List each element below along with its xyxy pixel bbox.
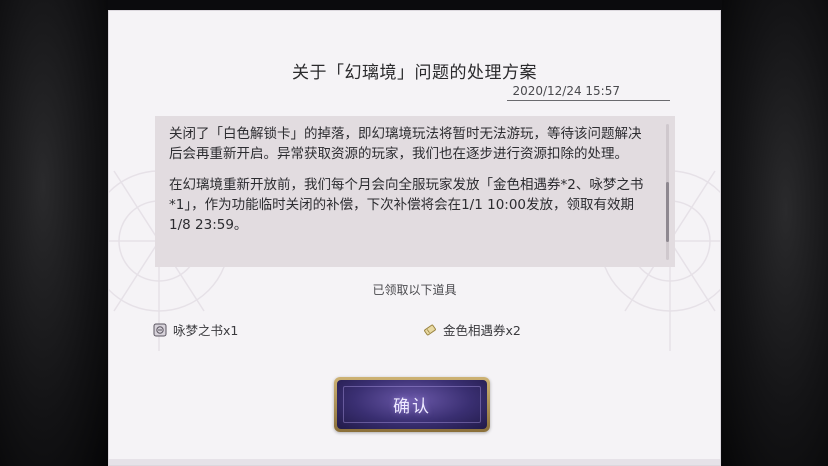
scrollbar-thumb[interactable] — [666, 182, 669, 242]
content-paragraph: 在幻璃境重新开放前，我们每个月会向全服玩家发放「金色相遇券*2、咏梦之书*1」，… — [169, 177, 644, 233]
dialog-title: 关于「幻璃境」问题的处理方案 — [292, 63, 537, 83]
announcement-dialog: 关于「幻璃境」问题的处理方案 2020/12/24 15:57 关闭了「白色解锁… — [108, 10, 721, 466]
reward-item: 金色相遇券x2 — [423, 320, 521, 339]
confirm-button-face[interactable]: 确认 — [337, 380, 487, 429]
book-icon — [153, 323, 167, 336]
reward-label: 金色相遇券x2 — [443, 323, 521, 338]
date-underline — [507, 100, 670, 101]
confirm-button-label: 确认 — [393, 397, 431, 417]
reward-label: 咏梦之书x1 — [173, 323, 239, 338]
dialog-bottom-edge — [109, 459, 720, 465]
confirm-button[interactable]: 确认 — [334, 377, 490, 432]
background-right — [722, 0, 828, 466]
background-left — [0, 0, 108, 466]
post-date: 2020/12/24 15:57 — [512, 84, 620, 98]
reward-item: 咏梦之书x1 — [153, 320, 238, 339]
content-paragraph: 关闭了「白色解锁卡」的掉落，即幻璃境玩法将暂时无法游玩，等待该问题解决后会再重新… — [169, 126, 642, 162]
content-scrollbar[interactable] — [666, 124, 669, 260]
ticket-icon — [424, 324, 436, 335]
announcement-content[interactable]: 关闭了「白色解锁卡」的掉落，即幻璃境玩法将暂时无法游玩，等待该问题解决后会再重新… — [155, 116, 675, 267]
received-items-label: 已领取以下道具 — [372, 283, 457, 297]
